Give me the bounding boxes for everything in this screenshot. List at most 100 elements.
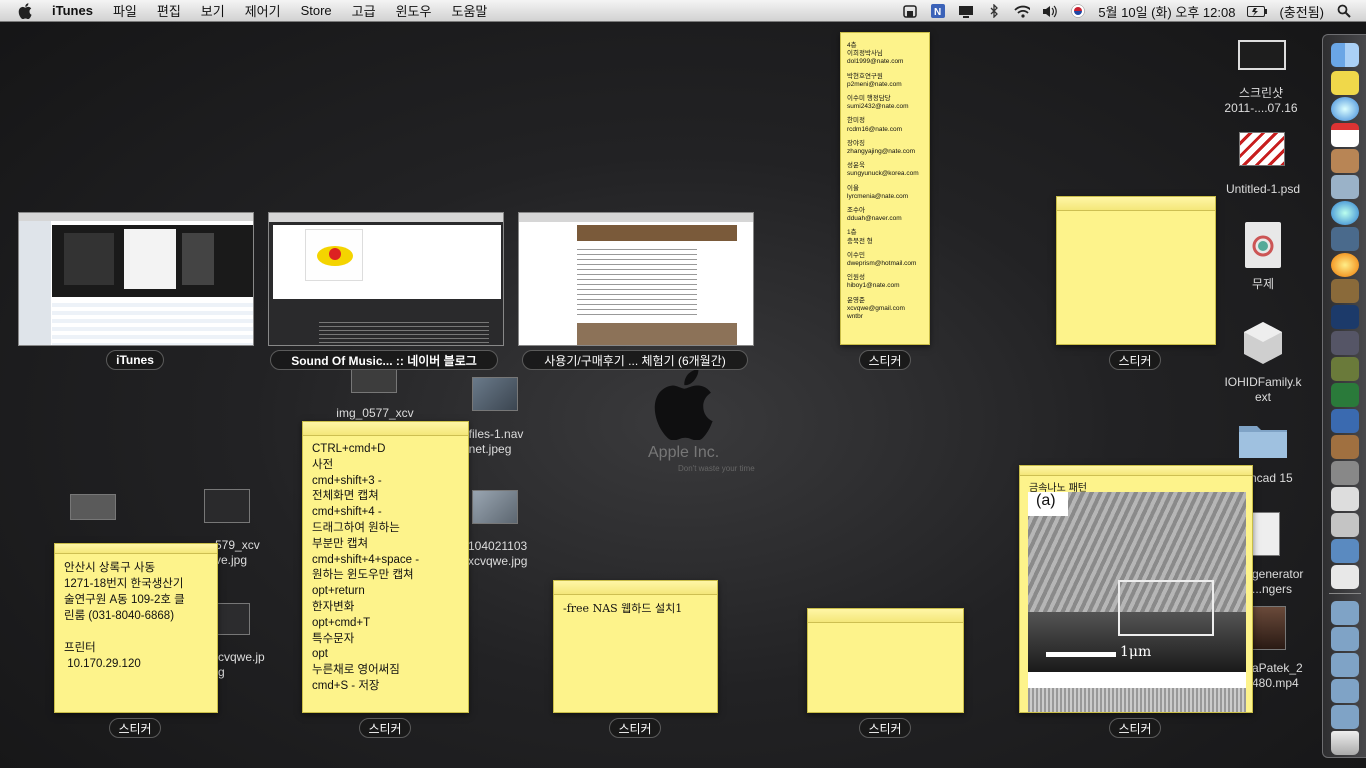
dock-trash-icon[interactable]	[1331, 731, 1359, 755]
bluetooth-icon[interactable]	[986, 4, 1002, 18]
volume-icon[interactable]	[1042, 4, 1058, 18]
dock-addressbook-icon[interactable]	[1331, 149, 1359, 173]
spotlight-search-icon[interactable]	[1336, 4, 1352, 18]
dock-utility-icon[interactable]	[1331, 461, 1359, 485]
menu-view[interactable]: 보기	[201, 1, 225, 20]
dock-folder-icon-1[interactable]	[1331, 601, 1359, 625]
dock-nate-icon[interactable]	[1331, 565, 1359, 589]
desktop-file-nefiles[interactable]: efiles-1.nav r.net.jpeg	[462, 427, 552, 457]
dock-calendar-icon[interactable]	[1331, 123, 1359, 147]
desktop-screenshot-thumb[interactable]	[1238, 40, 1286, 70]
desktop-untitled-psd[interactable]: Untitled-1.psd	[1200, 182, 1326, 197]
sticky-contacts[interactable]: 4층 이희정박사님 dol1999@nate.com 박현호연구원 p2meni@na…	[840, 32, 930, 345]
sticky-nas-text: -free NAS 웹하드 설치1	[563, 602, 683, 615]
nate-on-icon[interactable]: N	[930, 4, 946, 18]
desktop-folder-icon[interactable]	[1237, 420, 1289, 460]
sticky-empty-bottom-label[interactable]: 스티커	[859, 718, 911, 738]
desktop-ncad[interactable]: ncad 15	[1250, 471, 1310, 486]
dock-mail-icon[interactable]	[1331, 175, 1359, 199]
dock-folder-icon-3[interactable]	[1331, 653, 1359, 677]
dock-office-icon[interactable]	[1331, 409, 1359, 433]
dock-itunes-icon[interactable]	[1331, 201, 1359, 225]
sticky-address-label[interactable]: 스티커	[109, 718, 161, 738]
menu-store[interactable]: Store	[301, 3, 332, 18]
menu-help[interactable]: 도움말	[451, 1, 487, 20]
dock	[1322, 34, 1366, 758]
sticky-nas-label[interactable]: 스티커	[609, 718, 661, 738]
wifi-icon[interactable]	[1014, 4, 1031, 18]
window-sound-of-music-thumbnail[interactable]	[268, 212, 504, 346]
desktop-muje-icon[interactable]	[1245, 222, 1281, 268]
dock-folder-icon-4[interactable]	[1331, 679, 1359, 703]
sticky-empty-bottom[interactable]	[807, 608, 964, 713]
menu-bar: iTunes 파일 편집 보기 제어기 Store 고급 윈도우 도움말 N 5…	[0, 0, 1366, 22]
dock-photoshop-icon[interactable]	[1331, 305, 1359, 329]
sticky-nano-pattern[interactable]: 금속나노 패턴 (a) 1μm	[1019, 465, 1253, 713]
desktop-file-cvqwe-thumb[interactable]	[216, 603, 250, 635]
sticky-shortcuts-label[interactable]: 스티커	[359, 718, 411, 738]
dock-photo-icon[interactable]	[1331, 253, 1359, 277]
sticky-address[interactable]: 안산시 상록구 사동 1271-18번지 한국생산기 술연구원 A동 109-2호…	[54, 543, 218, 713]
battery-status[interactable]: (충전됨)	[1279, 2, 1324, 21]
dock-safari-icon[interactable]	[1331, 97, 1359, 121]
apple-slogan-text: Don't waste your time	[678, 464, 755, 473]
dock-wifi-app-icon[interactable]	[1331, 227, 1359, 251]
menubar-clock[interactable]: 5월 10일 (화) 오후 12:08	[1098, 2, 1235, 21]
dock-facetime-icon[interactable]	[1331, 539, 1359, 563]
sticky-nas[interactable]: -free NAS 웹하드 설치1	[553, 580, 718, 713]
desktop-file-104-thumb[interactable]	[472, 490, 518, 524]
desktop-generator[interactable]: generator ...ngers	[1252, 567, 1314, 597]
desktop-file-579[interactable]: 579_xcv ve.jpg	[215, 538, 275, 568]
dock-skype-icon[interactable]	[1331, 487, 1359, 511]
dock-chat-icon[interactable]	[1331, 513, 1359, 537]
desktop-iohid-icon[interactable]	[1240, 320, 1286, 366]
bracket-menu-icon[interactable]	[902, 4, 918, 18]
window-sound-of-music-label[interactable]: Sound Of Music... :: 네이버 블로그	[270, 350, 498, 370]
desktop-untitled-psd-thumb[interactable]	[1239, 132, 1285, 166]
window-itunes-thumbnail[interactable]	[18, 212, 254, 346]
desktop-iohid[interactable]: IOHIDFamily.k ext	[1206, 375, 1320, 405]
desktop-patek[interactable]: aPatek_2 480.mp4	[1252, 661, 1314, 691]
apple-menu-icon[interactable]	[18, 2, 38, 19]
desktop-muje[interactable]: 무제	[1226, 277, 1300, 292]
sticky-contacts-label[interactable]: 스티커	[859, 350, 911, 370]
dock-excel-icon[interactable]	[1331, 383, 1359, 407]
window-review-label[interactable]: 사용기/구매후기 ... 체험기 (6개월간)	[522, 350, 748, 370]
menu-window[interactable]: 윈도우	[396, 1, 432, 20]
sticky-shortcuts[interactable]: CTRL+cmd+D 사전 cmd+shift+3 - 전체화면 캡쳐 cmd+sh…	[302, 421, 469, 713]
dock-package-icon[interactable]	[1331, 435, 1359, 459]
desktop-file-nefiles-thumb[interactable]	[472, 377, 518, 411]
menu-advanced[interactable]: 고급	[352, 1, 376, 20]
desktop-generator-thumb[interactable]	[1252, 512, 1280, 556]
dock-folder-icon-2[interactable]	[1331, 627, 1359, 651]
dock-tools-icon[interactable]	[1331, 357, 1359, 381]
desktop-file-cvqwe[interactable]: cvqwe.jp g	[218, 650, 278, 680]
korean-input-flag-icon[interactable]	[1070, 4, 1086, 18]
menu-controls[interactable]: 제어기	[245, 1, 281, 20]
svg-text:N: N	[934, 7, 941, 18]
desktop-file-img0577[interactable]: img_0577_xcv	[320, 406, 430, 421]
sem-scale-bar-label: 1μm	[1120, 644, 1152, 660]
sticky-address-text: 안산시 상록구 사동 1271-18번지 한국생산기 술연구원 A동 109-2호…	[64, 562, 185, 670]
apple-company-text: Apple Inc.	[648, 444, 720, 461]
menu-app-itunes[interactable]: iTunes	[52, 3, 93, 18]
dock-finder-icon[interactable]	[1331, 43, 1359, 67]
dock-stickies-icon[interactable]	[1331, 71, 1359, 95]
dock-folder-icon-5[interactable]	[1331, 705, 1359, 729]
display-icon[interactable]	[958, 4, 974, 18]
sticky-empty-top-right[interactable]	[1056, 196, 1216, 345]
menu-file[interactable]: 파일	[113, 1, 137, 20]
desktop-file-579-thumb[interactable]	[204, 489, 250, 523]
dock-preview-icon[interactable]	[1331, 331, 1359, 355]
sticky-empty-top-right-label[interactable]: 스티커	[1109, 350, 1161, 370]
desktop-screenshot[interactable]: 스크린샷 2011-....07.16	[1206, 86, 1316, 116]
window-review-thumbnail[interactable]	[518, 212, 754, 346]
desktop-file-left-thumb[interactable]	[70, 494, 116, 520]
sticky-nano-pattern-label[interactable]: 스티커	[1109, 718, 1161, 738]
desktop-file-104[interactable]: 104021103 xcvqwe.jpg	[468, 539, 558, 569]
battery-icon[interactable]	[1247, 4, 1268, 18]
dock-iphoto-icon[interactable]	[1331, 279, 1359, 303]
desktop-patek-thumb[interactable]	[1252, 606, 1286, 650]
menu-edit[interactable]: 편집	[157, 1, 181, 20]
window-itunes-label[interactable]: iTunes	[106, 350, 164, 370]
